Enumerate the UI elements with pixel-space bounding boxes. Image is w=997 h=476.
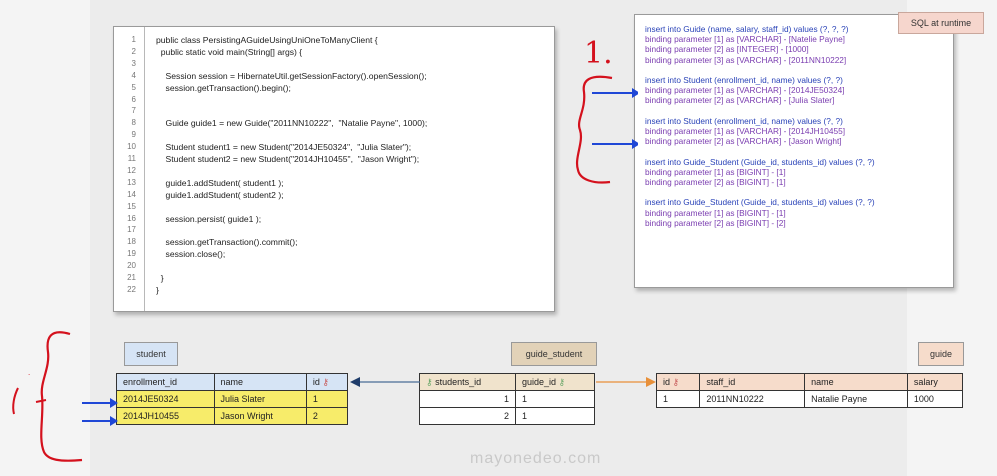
line-number: 4 bbox=[131, 70, 136, 80]
line-number: 18 bbox=[127, 237, 136, 247]
sql-line: binding parameter [1] as [VARCHAR] - [Na… bbox=[645, 34, 845, 45]
column-enrollment-id: enrollment_id bbox=[116, 373, 215, 391]
line-number: 11 bbox=[127, 154, 136, 163]
line-number: 7 bbox=[131, 106, 136, 116]
line-number: 20 bbox=[127, 261, 136, 271]
line-number: 12 bbox=[127, 165, 136, 175]
code-line: session.close(); bbox=[156, 249, 226, 260]
line-number: 14 bbox=[127, 189, 136, 199]
code-line: Session session = HibernateUtil.getSessi… bbox=[156, 70, 427, 81]
guide-table: id ⚷ staff_id name salary 1 2011NN10222 … bbox=[655, 373, 964, 408]
arrow-to-student-insert-1 bbox=[592, 88, 638, 98]
sql-runtime-label: SQL at runtime bbox=[898, 12, 984, 34]
relationship-connectors bbox=[350, 377, 656, 387]
sql-line: binding parameter [2] as [VARCHAR] - [Ja… bbox=[645, 136, 842, 147]
annotation-mark-bottom: . bbox=[28, 368, 31, 377]
sql-panel: insert into Guide (name, salary, staff_i… bbox=[634, 14, 954, 288]
code-line: session.getTransaction().begin(); bbox=[156, 82, 291, 93]
code-line: public static void main(String[] args) { bbox=[156, 46, 303, 57]
arrow-to-student-row-1 bbox=[82, 398, 118, 408]
code-line: Student student1 = new Student("2014JE50… bbox=[156, 142, 412, 153]
student-row-arrows bbox=[82, 398, 118, 426]
sql-line: insert into Guide (name, salary, staff_i… bbox=[645, 24, 849, 34]
code-line: } bbox=[156, 273, 164, 283]
code-line: session.persist( guide1 ); bbox=[156, 213, 262, 224]
arrow-to-student-insert-2 bbox=[592, 139, 638, 149]
table-row: 2 1 bbox=[419, 407, 596, 425]
line-number: 1 bbox=[131, 35, 136, 44]
column-salary: salary bbox=[906, 373, 964, 391]
line-number: 6 bbox=[131, 94, 136, 104]
annotation-mark-top: 1. bbox=[584, 36, 613, 71]
key-icon: ⚷ bbox=[672, 376, 680, 387]
sql-line: binding parameter [1] as [VARCHAR] - [20… bbox=[645, 126, 845, 136]
line-number: 8 bbox=[131, 118, 136, 128]
code-line: Guide guide1 = new Guide("2011NN10222", … bbox=[156, 118, 428, 129]
sql-line: binding parameter [3] as [VARCHAR] - [20… bbox=[645, 54, 847, 65]
table-row: 2014JE50324 Julia Slater 1 bbox=[116, 390, 349, 408]
sql-line: binding parameter [2] as [INTEGER] - [10… bbox=[645, 44, 809, 55]
code-line: } bbox=[156, 284, 159, 295]
line-number: 3 bbox=[131, 58, 136, 68]
code-line: guide1.addStudent( student1 ); bbox=[156, 177, 284, 188]
fk-students-id-to-student-id bbox=[350, 377, 420, 387]
sql-line: binding parameter [2] as [BIGINT] - [2] bbox=[645, 217, 786, 228]
sql-line: insert into Guide_Student (Guide_id, stu… bbox=[645, 156, 875, 167]
sql-line: binding parameter [1] as [BIGINT] - [1] bbox=[645, 207, 786, 218]
column-staff-id: staff_id bbox=[699, 373, 806, 391]
column-name: name bbox=[804, 373, 908, 391]
line-number: 10 bbox=[127, 142, 136, 152]
code-line: session.getTransaction().commit(); bbox=[156, 237, 298, 248]
line-number: 5 bbox=[131, 82, 136, 92]
sql-line: binding parameter [2] as [VARCHAR] - [Ju… bbox=[645, 95, 835, 106]
key-icon: ⚷ bbox=[322, 376, 329, 387]
fk-guide-id-to-guide-id bbox=[596, 377, 656, 387]
table-row: 1 2011NN10222 Natalie Payne 1000 bbox=[655, 390, 964, 408]
sql-line: insert into Student (enrollment_id, name… bbox=[645, 75, 843, 85]
sql-line: insert into Student (enrollment_id, name… bbox=[645, 115, 843, 126]
code-line: public class PersistingAGuideUsingUniOne… bbox=[156, 35, 378, 45]
student-table: enrollment_id name id ⚷ 2014JE50324 Juli… bbox=[116, 373, 349, 425]
sql-line: binding parameter [1] as [VARCHAR] - [20… bbox=[645, 85, 845, 96]
table-row: 1 1 bbox=[419, 390, 596, 408]
student-table-label: student bbox=[124, 342, 178, 366]
line-number: 13 bbox=[127, 177, 136, 187]
code-line: Student student2 = new Student("2014JH10… bbox=[156, 154, 420, 164]
line-number: 21 bbox=[127, 273, 136, 282]
code-line: guide1.addStudent( student2 ); bbox=[156, 189, 284, 200]
line-number: 2 bbox=[131, 46, 136, 56]
guide-student-table-label: guide_student bbox=[511, 342, 597, 366]
line-number: 17 bbox=[127, 225, 136, 235]
line-number: 9 bbox=[131, 130, 136, 140]
arrow-to-student-row-2 bbox=[82, 416, 118, 426]
code-panel: 1 public class PersistingAGuideUsingUniOn… bbox=[113, 26, 555, 312]
sql-arrows bbox=[592, 88, 638, 149]
sql-line: binding parameter [2] as [BIGINT] - [1] bbox=[645, 177, 786, 187]
line-number: 16 bbox=[127, 213, 136, 223]
column-id: id ⚷ bbox=[305, 373, 349, 391]
sql-line: binding parameter [1] as [BIGINT] - [1] bbox=[645, 166, 786, 177]
line-number: 15 bbox=[127, 201, 136, 211]
guide-table-label: guide bbox=[918, 342, 964, 366]
line-number: 19 bbox=[127, 249, 136, 259]
column-id: id ⚷ bbox=[655, 373, 701, 391]
table-row: 2014JH10455 Jason Wright 2 bbox=[116, 407, 349, 425]
line-number: 22 bbox=[127, 284, 136, 294]
sql-line: insert into Guide_Student (Guide_id, stu… bbox=[645, 197, 875, 208]
column-name: name bbox=[213, 373, 307, 391]
watermark: mayonedeo.com bbox=[470, 450, 602, 467]
